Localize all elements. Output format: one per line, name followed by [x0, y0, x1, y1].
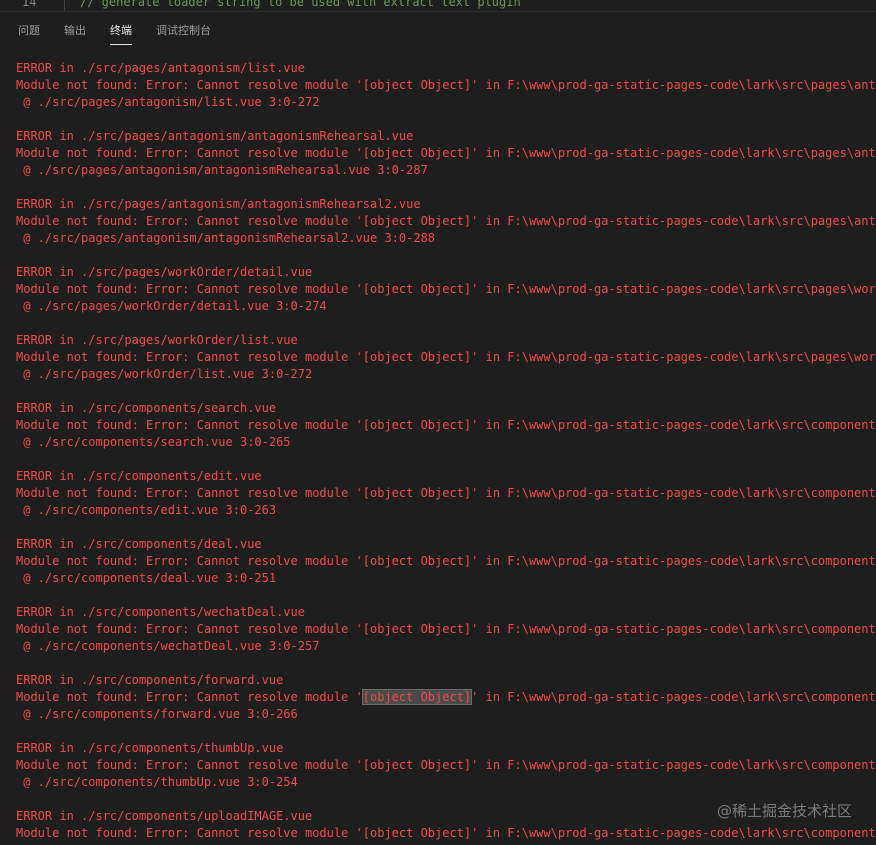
tab-output[interactable]: 输出 [64, 22, 86, 48]
terminal-at-line: @ ./src/pages/workOrder/list.vue 3:0-272 [16, 367, 313, 381]
terminal-error-line: ERROR in ./src/components/deal.vue [16, 537, 262, 551]
selected-text: [object Object] [361, 689, 473, 705]
terminal-at-line: @ ./src/components/deal.vue 3:0-251 [16, 571, 277, 585]
terminal-error-line: ERROR in ./src/components/wechatDeal.vue [16, 605, 305, 619]
terminal-at-line: @ ./src/components/wechatDeal.vue 3:0-25… [16, 639, 320, 653]
indent-guide [64, 0, 65, 11]
terminal-message-line: Module not found: Error: Cannot resolve … [16, 214, 876, 228]
terminal-at-line: @ ./src/pages/antagonism/list.vue 3:0-27… [16, 95, 320, 109]
tab-terminal[interactable]: 终端 [110, 22, 132, 48]
terminal-message-line: Module not found: Error: Cannot resolve … [16, 78, 876, 92]
terminal-at-line: @ ./src/components/forward.vue 3:0-266 [16, 707, 298, 721]
terminal-message-line: Module not found: Error: Cannot resolve … [16, 689, 876, 705]
tab-debug-console[interactable]: 调试控制台 [156, 22, 211, 48]
terminal-at-line: @ ./src/components/search.vue 3:0-265 [16, 435, 291, 449]
terminal-error-line: ERROR in ./src/pages/antagonism/list.vue [16, 61, 305, 75]
line-number: 14 [22, 0, 37, 9]
watermark: @稀土掘金技术社区 [716, 802, 852, 820]
terminal-error-line: ERROR in ./src/components/forward.vue [16, 673, 284, 687]
terminal-message-line: Module not found: Error: Cannot resolve … [16, 282, 876, 296]
code-comment-line: // generate loader string to be used wit… [80, 0, 521, 9]
terminal-error-line: ERROR in ./src/pages/workOrder/detail.vu… [16, 265, 313, 279]
terminal-error-line: ERROR in ./src/components/search.vue [16, 401, 277, 415]
terminal-error-line: ERROR in ./src/pages/antagonism/antagoni… [16, 129, 414, 143]
terminal-at-line: @ ./src/pages/antagonism/antagonismRehea… [16, 163, 428, 177]
terminal-at-line: @ ./src/components/edit.vue 3:0-263 [16, 503, 277, 517]
terminal-at-line: @ ./src/components/thumbUp.vue 3:0-254 [16, 775, 298, 789]
terminal-error-line: ERROR in ./src/pages/workOrder/list.vue [16, 333, 298, 347]
editor-peek: 14 // generate loader string to be used … [0, 0, 876, 11]
terminal-error-line: ERROR in ./src/components/uploadIMAGE.vu… [16, 809, 313, 823]
terminal-message-line: Module not found: Error: Cannot resolve … [16, 350, 876, 364]
terminal-output[interactable]: ERROR in ./src/pages/antagonism/list.vue… [16, 60, 876, 845]
terminal-message-line: Module not found: Error: Cannot resolve … [16, 418, 876, 432]
terminal-error-line: ERROR in ./src/pages/antagonism/antagoni… [16, 197, 421, 211]
terminal-at-line: @ ./src/pages/antagonism/antagonismRehea… [16, 231, 436, 245]
terminal-message-line: Module not found: Error: Cannot resolve … [16, 758, 876, 772]
terminal-message-line: Module not found: Error: Cannot resolve … [16, 554, 876, 568]
terminal-error-line: ERROR in ./src/components/thumbUp.vue [16, 741, 284, 755]
terminal-error-line: ERROR in ./src/components/edit.vue [16, 469, 262, 483]
panel-tab-bar: 问题 输出 终端 调试控制台 [0, 11, 876, 50]
terminal-at-line: @ ./src/pages/workOrder/detail.vue 3:0-2… [16, 299, 327, 313]
terminal-message-line: Module not found: Error: Cannot resolve … [16, 622, 876, 636]
terminal-message-line: Module not found: Error: Cannot resolve … [16, 826, 876, 840]
terminal-message-line: Module not found: Error: Cannot resolve … [16, 486, 876, 500]
terminal-message-line: Module not found: Error: Cannot resolve … [16, 146, 876, 160]
tab-problems[interactable]: 问题 [18, 22, 40, 48]
